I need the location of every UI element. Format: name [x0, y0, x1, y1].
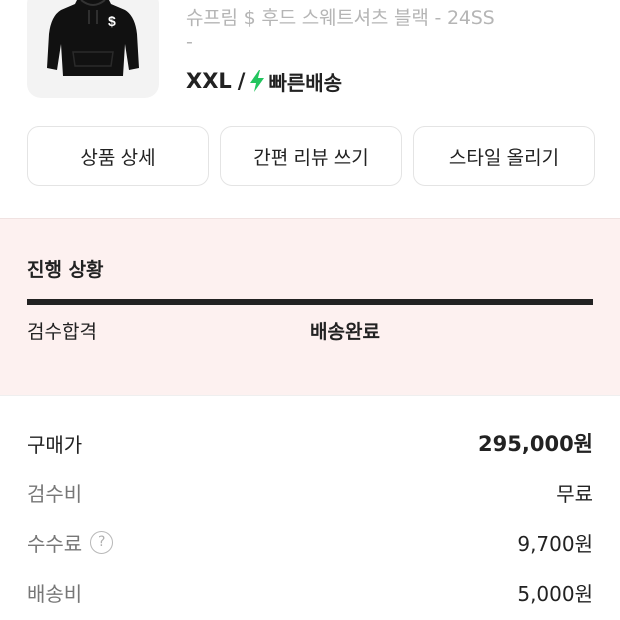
- product-name-continuation: -: [186, 31, 193, 53]
- product-option-row: XXL / 빠른배송: [186, 66, 342, 96]
- svg-text:$: $: [108, 13, 116, 29]
- lightning-bolt-icon: [250, 70, 265, 92]
- fast-shipping-label: 빠른배송: [268, 70, 343, 95]
- progress-bar: [27, 299, 593, 305]
- progress-title: 진행 상황: [27, 259, 104, 281]
- order-detail-page: $ 슈프림 $ 후드 스웨트셔츠 블랙 - 24SS - XXL / 빠른배송 …: [0, 0, 620, 620]
- option-separator: /: [237, 69, 246, 93]
- price-row-purchase: 구매가 295,000원: [27, 427, 593, 459]
- action-buttons: 상품 상세 간편 리뷰 쓰기 스타일 올리기: [27, 126, 595, 186]
- product-name: 슈프림 $ 후드 스웨트셔츠 블랙 - 24SS: [186, 7, 495, 29]
- shipping-fee-value: 5,000원: [517, 581, 593, 606]
- purchase-price-label: 구매가: [27, 432, 83, 457]
- inspection-fee-label: 검수비: [27, 481, 83, 506]
- purchase-price-value: 295,000원: [478, 432, 593, 456]
- commission-value: 9,700원: [517, 531, 593, 556]
- step-inspection-passed: 검수합격: [27, 321, 97, 343]
- upload-style-button[interactable]: 스타일 올리기: [413, 126, 595, 186]
- progress-section: 진행 상황 검수합격 배송완료: [0, 218, 620, 395]
- commission-label-wrap: 수수료 ?: [27, 528, 114, 557]
- shipping-fee-label: 배송비: [27, 581, 83, 606]
- write-review-button[interactable]: 간편 리뷰 쓰기: [220, 126, 402, 186]
- price-row-inspection: 검수비 무료: [27, 476, 593, 508]
- hoodie-icon: $: [47, 0, 139, 76]
- help-icon[interactable]: ?: [90, 530, 114, 554]
- price-breakdown: 구매가 295,000원 검수비 무료 수수료 ? 9,700원 배송비 5,0…: [0, 395, 620, 620]
- price-row-commission: 수수료 ? 9,700원: [27, 526, 593, 558]
- size-label: XXL: [186, 69, 232, 93]
- price-row-shipping: 배송비 5,000원: [27, 576, 593, 608]
- step-delivered: 배송완료: [310, 321, 380, 343]
- product-detail-button[interactable]: 상품 상세: [27, 126, 209, 186]
- inspection-fee-value: 무료: [556, 481, 593, 506]
- product-thumbnail[interactable]: $: [27, 0, 159, 98]
- commission-label: 수수료: [27, 531, 83, 556]
